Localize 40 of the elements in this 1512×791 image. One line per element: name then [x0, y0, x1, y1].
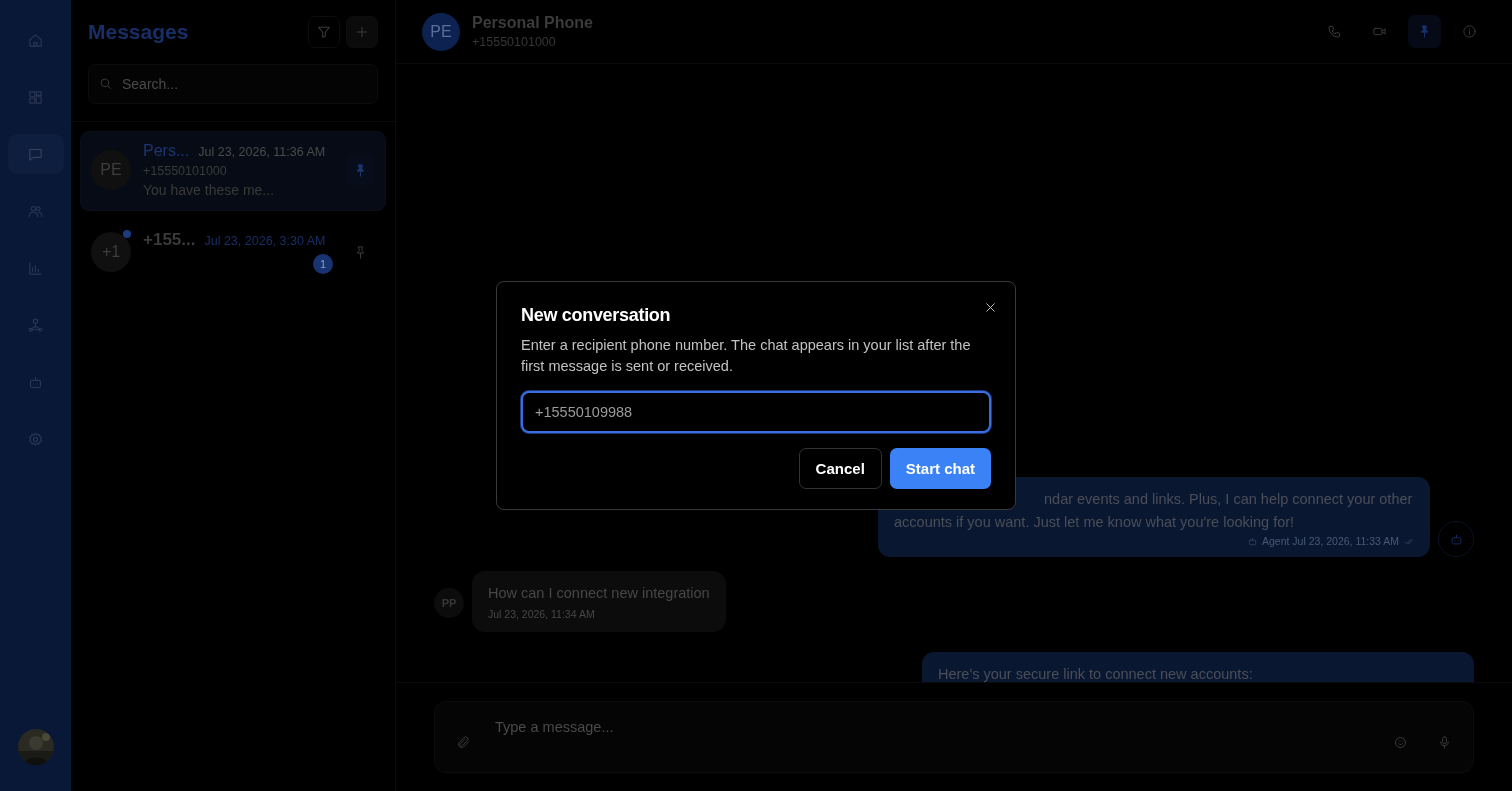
search-icon: [98, 76, 113, 91]
contact-name: +155...: [143, 230, 196, 250]
unread-count: 1: [313, 254, 333, 274]
message-text: How can I connect new integration: [488, 584, 710, 603]
filter-button[interactable]: [308, 16, 340, 48]
grid-icon: [27, 88, 44, 106]
filter-icon: [316, 24, 332, 40]
message-field[interactable]: Type a message...: [434, 701, 1474, 773]
search-field[interactable]: Search...: [88, 64, 378, 104]
contact-avatar: PE: [422, 12, 460, 51]
info-icon: [1462, 24, 1477, 39]
message-text: accounts if you want. Just let me know what you're looking for!: [894, 513, 1296, 532]
pin-button[interactable]: [345, 155, 375, 185]
paperclip-icon[interactable]: [456, 735, 471, 750]
nav-button[interactable]: [7, 134, 64, 174]
conversation-time: Jul 23, 2026, 3:30 AM: [204, 234, 326, 248]
plus-icon: [354, 24, 370, 40]
home-icon: [27, 31, 44, 49]
network-icon: [27, 316, 44, 334]
microphone-icon[interactable]: [1437, 735, 1452, 750]
message-meta: Agent Jul 23, 2026, 11:33 AM: [1262, 535, 1399, 547]
start-chat-button[interactable]: Start chat: [889, 448, 991, 489]
pin-button[interactable]: [1408, 15, 1441, 48]
dialog-title: New conversation: [521, 305, 672, 326]
conversation-time: Jul 23, 2026, 11:36 AM: [198, 145, 326, 159]
phone-icon: [1327, 24, 1342, 39]
message-text: Here's your secure link to connect new accounts:: [938, 665, 1254, 682]
settings-icon: [27, 430, 44, 448]
phone-number-field[interactable]: +15550109988: [521, 391, 991, 433]
dialog-description: Enter a recipient phone number. The chat appears in your list after the first message is sent or received.: [521, 336, 972, 376]
bar-chart-icon: [27, 259, 44, 277]
cancel-button[interactable]: Cancel: [798, 448, 882, 489]
robot-icon: [1247, 535, 1258, 547]
smiley-icon[interactable]: [1393, 735, 1408, 750]
messages-title: Messages: [88, 20, 189, 44]
message-text: ndar events and links. Plus, I can help connect your other: [1043, 490, 1414, 509]
contact-name: Pers...: [143, 142, 190, 160]
robot-icon: [1448, 531, 1464, 547]
new-conversation-button[interactable]: [346, 16, 378, 48]
contact-name: Personal Phone: [472, 14, 593, 32]
